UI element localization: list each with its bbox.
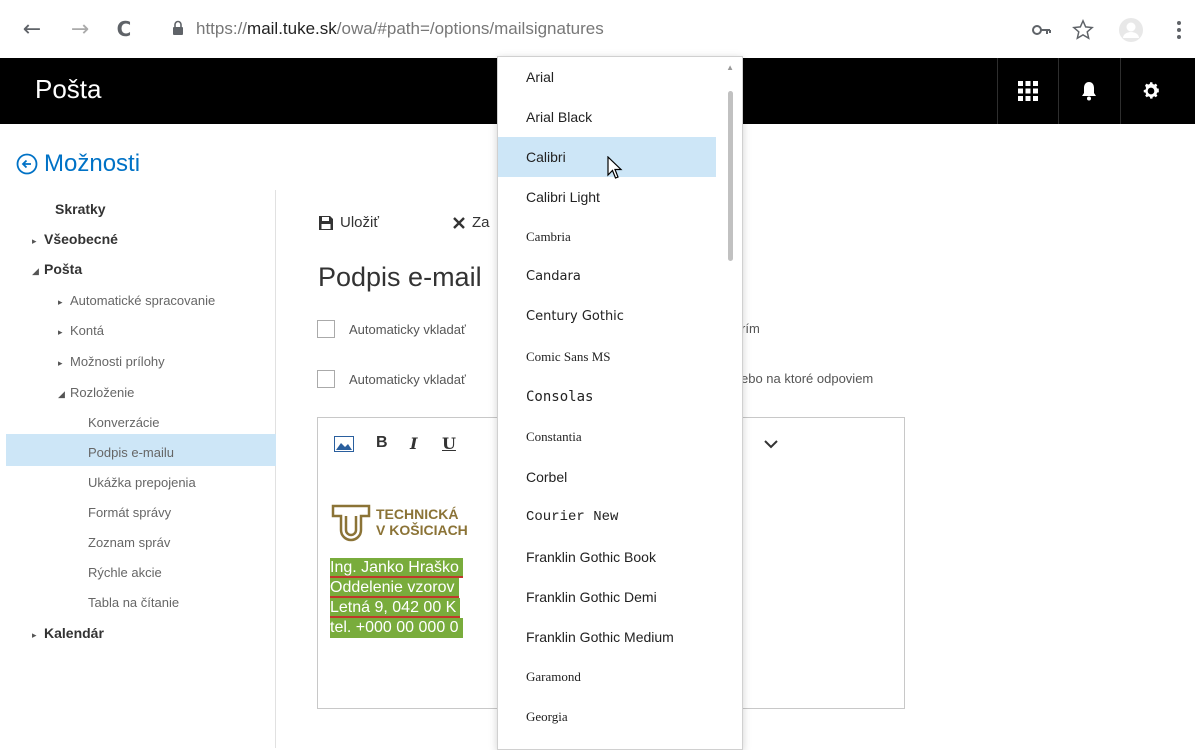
kebab-menu-icon[interactable] <box>1176 16 1182 44</box>
signature-line: Letná 9, 042 00 K <box>330 598 461 618</box>
font-option-constantia[interactable]: Constantia <box>498 417 716 457</box>
chevron-right-icon: ▸ <box>58 297 63 307</box>
font-option-arial[interactable]: Arial <box>498 57 716 97</box>
font-option-courier-new[interactable]: Courier New <box>498 497 716 537</box>
auto-signature-reply-label-tail: ebo na ktoré odpoviem <box>741 371 874 386</box>
options-title: Možnosti <box>44 150 141 177</box>
scroll-up-icon[interactable]: ▲ <box>726 63 734 72</box>
chevron-right-icon: ▸ <box>32 236 37 246</box>
chevron-down-icon: ◢ <box>58 389 65 399</box>
url-path: /owa/#path=/options/mailsignatures <box>336 19 604 38</box>
dropdown-scroll-thumb[interactable] <box>728 91 733 261</box>
back-arrow-icon: ← <box>22 16 42 42</box>
logo-line-2: V KOŠICIACH <box>376 522 468 538</box>
chevron-right-icon: ▸ <box>32 630 37 640</box>
discard-label: Za <box>472 214 490 231</box>
auto-signature-new-row: Automaticky vkladať <box>317 320 466 338</box>
address-bar[interactable]: https://mail.tuke.sk/owa/#path=/options/… <box>196 19 604 39</box>
font-option-garamond[interactable]: Garamond <box>498 657 716 697</box>
chevron-right-icon: ▸ <box>58 327 63 337</box>
signature-line: Oddelenie vzorov <box>330 578 459 598</box>
university-logo-icon <box>331 504 371 542</box>
notifications-button[interactable] <box>1058 58 1119 124</box>
font-option-arial-black[interactable]: Arial Black <box>498 97 716 137</box>
close-icon <box>453 216 465 229</box>
back-circle-icon <box>16 153 38 175</box>
font-option-comic-sans[interactable]: Comic Sans MS <box>498 337 716 377</box>
save-button[interactable]: Uložiť <box>318 214 379 231</box>
nav-accounts[interactable]: ▸ Kontá <box>58 316 104 346</box>
bell-icon <box>1082 82 1096 101</box>
nav-attachment-options[interactable]: ▸ Možnosti prílohy <box>58 347 165 377</box>
chevron-down-icon: ◢ <box>32 266 39 276</box>
font-option-georgia[interactable]: Georgia <box>498 697 716 737</box>
nav-link-preview[interactable]: Ukážka prepojenia <box>88 468 196 498</box>
font-option-century-gothic[interactable]: Century Gothic <box>498 297 716 337</box>
save-label: Uložiť <box>340 214 379 231</box>
url-prefix: https:// <box>196 19 248 38</box>
nav-reading-pane[interactable]: Tabla na čítanie <box>88 588 179 618</box>
nav-email-signature[interactable]: Podpis e-mailu <box>88 438 174 468</box>
nav-quick-actions[interactable]: Rýchle akcie <box>88 558 162 588</box>
reload-button[interactable]: C <box>110 14 138 44</box>
mouse-pointer-icon <box>607 156 623 179</box>
nav-divider <box>275 190 276 748</box>
nav-calendar[interactable]: ▸ Kalendár <box>32 618 104 648</box>
nav-auto-processing[interactable]: ▸ Automatické spracovanie <box>58 286 215 316</box>
font-option-franklin-gothic-demi[interactable]: Franklin Gothic Demi <box>498 577 716 617</box>
app-title: Pošta <box>35 74 102 104</box>
discard-button[interactable]: Za <box>452 214 490 231</box>
font-option-candara[interactable]: Candara <box>498 257 716 297</box>
gear-icon <box>1143 82 1159 99</box>
floppy-disk-icon <box>319 215 333 230</box>
chevron-down-icon[interactable] <box>764 440 778 449</box>
font-option-consolas[interactable]: Consolas <box>498 377 716 417</box>
font-option-franklin-gothic-book[interactable]: Franklin Gothic Book <box>498 537 716 577</box>
auto-signature-reply-row: Automaticky vkladať <box>317 370 466 388</box>
logo-text: TECHNICKÁ V KOŠICIACH <box>376 506 468 538</box>
profile-avatar-icon[interactable] <box>1118 16 1144 44</box>
nav-shortcuts[interactable]: Skratky <box>55 194 106 224</box>
auto-signature-reply-checkbox[interactable] <box>317 370 335 388</box>
auto-signature-reply-label: Automaticky vkladať <box>349 371 466 387</box>
page-title: Podpis e-mail <box>318 262 482 292</box>
lock-icon <box>173 20 183 35</box>
italic-button[interactable]: I <box>410 434 417 453</box>
underline-button[interactable]: U <box>442 434 456 453</box>
font-option-cambria[interactable]: Cambria <box>498 217 716 257</box>
back-button[interactable]: ← <box>18 14 46 44</box>
chevron-right-icon: ▸ <box>58 358 63 368</box>
nav-mail[interactable]: ◢ Pošta <box>32 254 82 284</box>
auto-signature-new-label-tail: rím <box>741 321 760 336</box>
auto-signature-new-checkbox[interactable] <box>317 320 335 338</box>
nav-layout[interactable]: ◢ Rozloženie <box>58 378 134 408</box>
url-host: mail.tuke.sk <box>247 19 337 38</box>
forward-arrow-icon: → <box>70 16 90 42</box>
star-icon[interactable] <box>1072 16 1094 44</box>
app-launcher-button[interactable] <box>997 58 1058 124</box>
signature-line: tel. +000 00 000 0 <box>330 618 463 638</box>
settings-button[interactable] <box>1120 58 1181 124</box>
forward-button[interactable]: → <box>66 14 94 44</box>
bold-button[interactable]: B <box>376 434 388 452</box>
font-option-corbel[interactable]: Corbel <box>498 457 716 497</box>
options-back-link[interactable]: Možnosti <box>16 150 140 178</box>
signature-line: Ing. Janko Hraško <box>330 558 463 578</box>
logo-line-1: TECHNICKÁ <box>376 506 459 522</box>
reload-icon: C <box>116 17 132 41</box>
waffle-icon <box>1018 81 1038 101</box>
nav-message-list[interactable]: Zoznam správ <box>88 528 170 558</box>
nav-general[interactable]: ▸ Všeobecné <box>32 224 118 254</box>
font-option-calibri-light[interactable]: Calibri Light <box>498 177 716 217</box>
font-option-franklin-gothic-medium[interactable]: Franklin Gothic Medium <box>498 617 716 657</box>
nav-conversations[interactable]: Konverzácie <box>88 408 160 438</box>
insert-image-icon[interactable] <box>334 436 354 452</box>
auto-signature-new-label: Automaticky vkladať <box>349 321 466 337</box>
key-icon[interactable] <box>1032 16 1052 44</box>
browser-toolbar: ← → C https://mail.tuke.sk/owa/#path=/op… <box>0 0 1195 59</box>
nav-message-format[interactable]: Formát správy <box>88 498 171 528</box>
